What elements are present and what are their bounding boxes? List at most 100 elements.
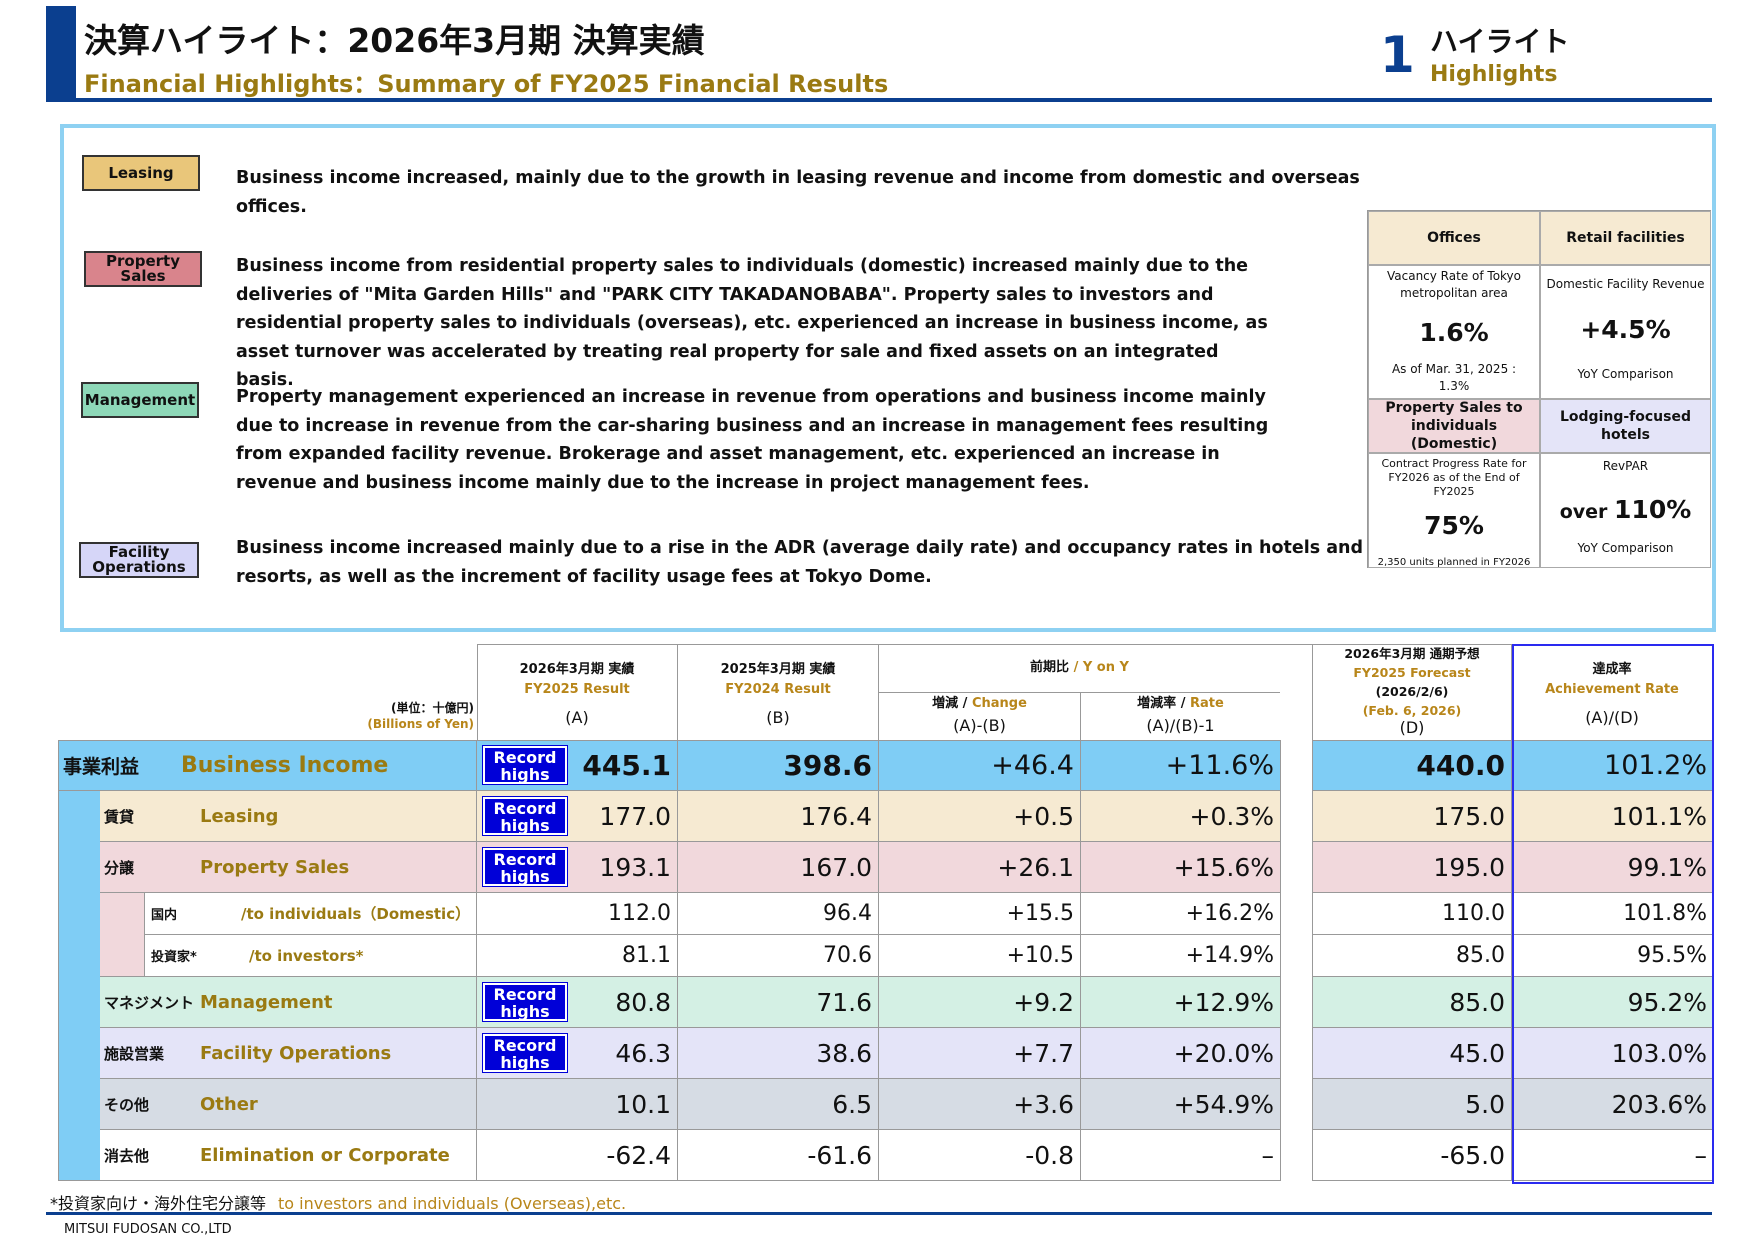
col-head-achievement: 達成率 Achievement Rate (A)/(D) (1545, 662, 1679, 727)
page-subtitle: Financial Highlights：Summary of FY2025 F… (84, 70, 889, 98)
segment-tag-facility-operations: Facility Operations (79, 542, 199, 578)
row-label-6: 施設営業 Facility Operations (100, 1028, 477, 1079)
cell-d-0: 440.0 (1312, 740, 1512, 791)
company-name: MITSUI FUDOSAN CO.,LTD (64, 1222, 232, 1237)
kpi-card-property-sales: Contract Progress Rate for FY2026 as of … (1368, 453, 1540, 568)
kpi-prefix: over (1559, 501, 1615, 523)
row-label-2: 分譲 Property Sales (100, 842, 477, 893)
col-head-rate: 増減率 / Rate (A)/(B)-1 (1137, 696, 1224, 735)
cell-chg-8: -0.8 (879, 1130, 1081, 1181)
cell-rate-3: +16.2% (1081, 893, 1281, 935)
kpi-value: 75% (1424, 511, 1484, 540)
cell-ach-3: 101.8% (1512, 893, 1714, 935)
kpi-sub: RevPAR (1602, 459, 1649, 473)
segment-desc-management: Property management experienced an incre… (236, 387, 1269, 493)
cell-rate-4: +14.9% (1081, 935, 1281, 977)
cell-d-4: 85.0 (1312, 935, 1512, 977)
row-label-en: Elimination or Corporate (200, 1144, 450, 1166)
cell-rate-2: +15.6% (1081, 842, 1281, 893)
cell-chg-5: +9.2 (879, 977, 1081, 1028)
row-label-8: 消去他 Elimination or Corporate (100, 1130, 477, 1181)
row-label-jp: 国内 (151, 908, 178, 923)
kpi-value: 110% (1614, 495, 1692, 524)
header-accent-bar (46, 6, 76, 100)
cell-d-6: 45.0 (1312, 1028, 1512, 1079)
row-label-en: Facility Operations (200, 1042, 392, 1064)
footnote: *投資家向け・海外住宅分譲等 to investors and individua… (50, 1194, 627, 1213)
row-label-jp: その他 (104, 1095, 150, 1114)
cell-d-3: 110.0 (1312, 893, 1512, 935)
subrow-band (58, 791, 100, 1181)
cell-d-2: 195.0 (1312, 842, 1512, 893)
row-label-jp: 賃貸 (104, 807, 135, 826)
subrow-band-sales (100, 893, 144, 977)
cell-chg-0: +46.4 (879, 740, 1081, 791)
kpi-note: YoY Comparison (1577, 367, 1674, 381)
row-label-jp: 投資家* (151, 950, 197, 965)
cell-chg-2: +26.1 (879, 842, 1081, 893)
section-number: 1 (1380, 26, 1415, 84)
row-label-en: /to individuals（Domestic） (241, 905, 471, 923)
kpi-card-offices: Vacancy Rate of Tokyo metropolitan area … (1368, 265, 1540, 399)
kpi-head-retail: Retail facilities (1540, 211, 1711, 265)
kpi-sub: Vacancy Rate of Tokyo metropolitan area (1386, 269, 1521, 300)
kpi-head-property-sales: Property Sales to individuals (Domestic) (1368, 399, 1540, 453)
row-label-7: その他 Other (100, 1079, 477, 1130)
cell-rate-1: +0.3% (1081, 791, 1281, 842)
kpi-grid: Offices Retail facilities Vacancy Rate o… (1367, 210, 1711, 568)
kpi-note: 2,350 units planned in FY2026 (1377, 557, 1531, 568)
cell-b-0: 398.6 (678, 740, 879, 791)
cell-b-6: 38.6 (678, 1028, 879, 1079)
segment-desc-facility-operations: Business income increased mainly due to … (236, 538, 1364, 587)
cell-rate-7: +54.9% (1081, 1079, 1281, 1130)
row-label-jp: マネジメント (104, 993, 195, 1012)
row-label-jp: 事業利益 (63, 756, 140, 778)
kpi-sub: Contract Progress Rate for FY2026 as of … (1381, 457, 1527, 498)
kpi-head-offices: Offices (1368, 211, 1540, 265)
segment-desc-property-sales: Business income from residential propert… (236, 256, 1268, 390)
cell-chg-7: +3.6 (879, 1079, 1081, 1130)
segment-tag-leasing: Leasing (82, 155, 200, 191)
cell-d-1: 175.0 (1312, 791, 1512, 842)
cell-b-5: 71.6 (678, 977, 879, 1028)
cell-a-4: 81.1 (477, 935, 678, 977)
cell-chg-4: +10.5 (879, 935, 1081, 977)
column-gap (1282, 740, 1311, 1181)
record-highs-badge: Record highs (482, 745, 568, 785)
kpi-note: As of Mar. 31, 2025 : 1.3% (1391, 362, 1517, 393)
cell-ach-0: 101.2% (1512, 740, 1714, 791)
row-label-5: マネジメント Management (100, 977, 477, 1028)
record-highs-badge: Record highs (482, 796, 568, 836)
section-title-en: Highlights (1430, 62, 1558, 87)
record-highs-badge: Record highs (482, 1033, 568, 1073)
cell-chg-3: +15.5 (879, 893, 1081, 935)
cell-b-8: -61.6 (678, 1130, 879, 1181)
cell-b-1: 176.4 (678, 791, 879, 842)
cell-rate-0: +11.6% (1081, 740, 1281, 791)
row-label-en: Property Sales (200, 856, 350, 878)
cell-ach-6: 103.0% (1512, 1028, 1714, 1079)
row-label-en: Other (200, 1093, 258, 1115)
row-label-1: 賃貸 Leasing (100, 791, 477, 842)
col-head-b: 2025年3月期 実績 FY2024 Result (B) (720, 662, 836, 727)
col-head-change: 増減 / Change (A)-(B) (932, 696, 1027, 735)
row-label-en: Business Income (181, 753, 389, 778)
row-label-jp: 施設営業 (104, 1044, 165, 1063)
kpi-note: YoY Comparison (1577, 541, 1674, 555)
kpi-value: 1.6% (1419, 318, 1489, 347)
kpi-value: +4.5% (1580, 315, 1671, 344)
segment-tag-management: Management (81, 382, 199, 418)
row-label-en: Leasing (200, 805, 279, 827)
kpi-head-lodging: Lodging-focused hotels (1540, 399, 1711, 453)
cell-a-3: 112.0 (477, 893, 678, 935)
cell-rate-8: – (1081, 1130, 1281, 1181)
cell-d-7: 5.0 (1312, 1079, 1512, 1130)
cell-d-5: 85.0 (1312, 977, 1512, 1028)
cell-b-7: 6.5 (678, 1079, 879, 1130)
row-label-en: /to investors* (249, 946, 364, 965)
segment-desc-leasing: Business income increased, mainly due to… (236, 168, 1360, 217)
cell-chg-6: +7.7 (879, 1028, 1081, 1079)
cell-rate-6: +20.0% (1081, 1028, 1281, 1079)
col-head-a: 2026年3月期 実績 FY2025 Result (A) (519, 662, 635, 727)
col-head-forecast: 2026年3月期 通期予想 FY2025 Forecast (2026/2/6)(… (1344, 646, 1480, 737)
